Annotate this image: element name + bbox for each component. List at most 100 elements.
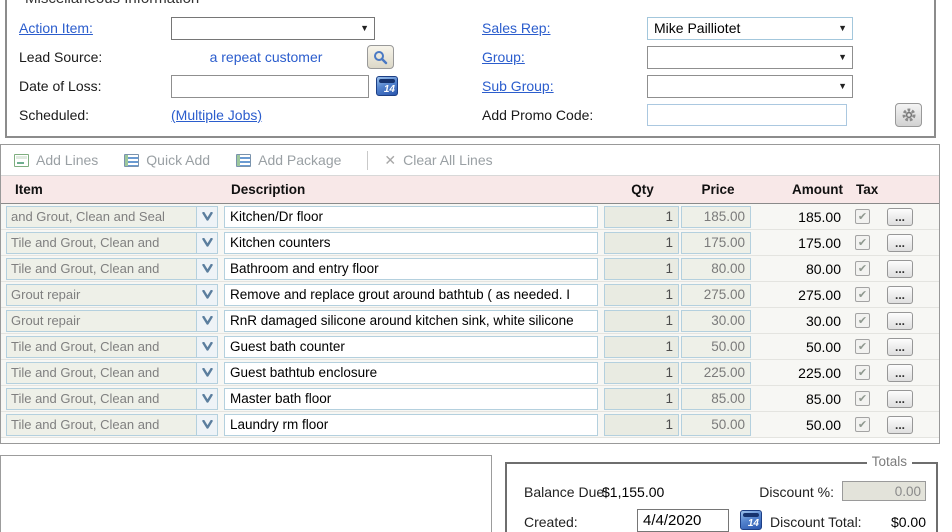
line-options-button[interactable]: ... xyxy=(887,416,913,434)
qty-input[interactable] xyxy=(604,206,679,228)
price-input[interactable] xyxy=(681,258,751,280)
amount-value: 80.00 xyxy=(751,261,841,277)
scheduled-multiple-jobs-link[interactable]: (Multiple Jobs) xyxy=(171,107,262,123)
chevron-down-icon xyxy=(202,316,213,325)
action-item-select[interactable]: ▼ xyxy=(171,17,375,40)
qty-input[interactable] xyxy=(604,310,679,332)
qty-input[interactable] xyxy=(604,388,679,410)
created-calendar-icon[interactable]: 14 xyxy=(740,510,762,530)
item-select[interactable]: Tile and Grout, Clean and xyxy=(6,362,197,384)
qty-input[interactable] xyxy=(604,362,679,384)
tax-checkbox[interactable]: ✔ xyxy=(855,287,870,302)
price-input[interactable] xyxy=(681,232,751,254)
clear-all-lines-button[interactable]: ✕ Clear All Lines xyxy=(384,152,492,168)
tax-checkbox[interactable]: ✔ xyxy=(855,313,870,328)
item-select[interactable]: Tile and Grout, Clean and xyxy=(6,258,197,280)
tax-checkbox[interactable]: ✔ xyxy=(855,209,870,224)
item-select[interactable]: Tile and Grout, Clean and xyxy=(6,414,197,436)
qty-input[interactable] xyxy=(604,258,679,280)
tax-checkbox[interactable]: ✔ xyxy=(855,261,870,276)
sales-rep-select[interactable]: Mike Pailliotet ▼ xyxy=(647,17,853,40)
item-select-chevron-button[interactable] xyxy=(197,388,218,410)
quick-add-button[interactable]: Quick Add xyxy=(124,152,210,168)
add-package-icon xyxy=(236,154,251,167)
chevron-down-icon: ▼ xyxy=(838,81,847,91)
description-input[interactable] xyxy=(224,206,598,228)
item-select[interactable]: Tile and Grout, Clean and xyxy=(6,388,197,410)
sales-rep-label[interactable]: Sales Rep: xyxy=(482,20,647,36)
description-input[interactable] xyxy=(224,284,598,306)
qty-input[interactable] xyxy=(604,414,679,436)
created-date-input[interactable] xyxy=(637,509,729,532)
amount-value: 175.00 xyxy=(751,235,841,251)
sub-group-label[interactable]: Sub Group: xyxy=(482,78,647,94)
table-row: Tile and Grout, Clean and 85.00 ✔ ... xyxy=(1,386,939,412)
item-select[interactable]: Tile and Grout, Clean and xyxy=(6,232,197,254)
line-options-button[interactable]: ... xyxy=(887,286,913,304)
description-input[interactable] xyxy=(224,388,598,410)
chevron-down-icon: ▼ xyxy=(360,23,369,33)
promo-code-input[interactable] xyxy=(647,104,847,126)
lead-source-link[interactable]: a repeat customer xyxy=(210,49,323,65)
header-item: Item xyxy=(6,182,224,197)
item-select[interactable]: Grout repair xyxy=(6,284,197,306)
tax-checkbox[interactable]: ✔ xyxy=(855,365,870,380)
description-input[interactable] xyxy=(224,232,598,254)
tax-checkbox[interactable]: ✔ xyxy=(855,391,870,406)
description-input[interactable] xyxy=(224,258,598,280)
item-select-chevron-button[interactable] xyxy=(197,362,218,384)
clear-icon: ✕ xyxy=(384,153,396,167)
add-package-button[interactable]: Add Package xyxy=(236,152,341,168)
description-input[interactable] xyxy=(224,414,598,436)
description-input[interactable] xyxy=(224,362,598,384)
line-options-button[interactable]: ... xyxy=(887,208,913,226)
item-select[interactable]: Grout repair xyxy=(6,310,197,332)
add-lines-button[interactable]: Add Lines xyxy=(14,152,98,168)
description-input[interactable] xyxy=(224,336,598,358)
amount-value: 50.00 xyxy=(751,339,841,355)
line-options-button[interactable]: ... xyxy=(887,312,913,330)
tax-checkbox[interactable]: ✔ xyxy=(855,417,870,432)
price-input[interactable] xyxy=(681,362,751,384)
item-select-chevron-button[interactable] xyxy=(197,336,218,358)
sub-group-select[interactable]: ▼ xyxy=(647,75,853,98)
date-of-loss-input[interactable] xyxy=(171,75,369,98)
line-options-button[interactable]: ... xyxy=(887,338,913,356)
line-options-button[interactable]: ... xyxy=(887,260,913,278)
action-item-label[interactable]: Action Item: xyxy=(19,20,171,36)
line-options-button[interactable]: ... xyxy=(887,390,913,408)
qty-input[interactable] xyxy=(604,232,679,254)
table-row: and Grout, Clean and Seal 185.00 ✔ ... xyxy=(1,204,939,230)
discount-pct-label: Discount %: xyxy=(744,484,834,500)
qty-input[interactable] xyxy=(604,336,679,358)
tax-checkbox[interactable]: ✔ xyxy=(855,235,870,250)
group-select[interactable]: ▼ xyxy=(647,46,853,69)
qty-input[interactable] xyxy=(604,284,679,306)
item-select[interactable]: Tile and Grout, Clean and xyxy=(6,336,197,358)
balance-due-label: Balance Due: xyxy=(524,484,608,500)
description-input[interactable] xyxy=(224,310,598,332)
item-select-chevron-button[interactable] xyxy=(197,258,218,280)
price-input[interactable] xyxy=(681,310,751,332)
item-select-chevron-button[interactable] xyxy=(197,414,218,436)
price-input[interactable] xyxy=(681,336,751,358)
date-of-loss-calendar-icon[interactable]: 14 xyxy=(376,76,398,96)
price-input[interactable] xyxy=(681,388,751,410)
misc-info-legend: Miscellaneous Information xyxy=(21,0,203,7)
amount-value: 85.00 xyxy=(751,391,841,407)
price-input[interactable] xyxy=(681,206,751,228)
price-input[interactable] xyxy=(681,414,751,436)
group-label[interactable]: Group: xyxy=(482,49,647,65)
item-select-chevron-button[interactable] xyxy=(197,206,218,228)
discount-pct-input[interactable] xyxy=(842,481,926,501)
item-select-chevron-button[interactable] xyxy=(197,310,218,332)
lead-source-search-button[interactable] xyxy=(367,45,394,69)
line-options-button[interactable]: ... xyxy=(887,364,913,382)
price-input[interactable] xyxy=(681,284,751,306)
item-select[interactable]: and Grout, Clean and Seal xyxy=(6,206,197,228)
item-select-chevron-button[interactable] xyxy=(197,232,218,254)
promo-apply-button[interactable] xyxy=(895,103,922,127)
item-select-chevron-button[interactable] xyxy=(197,284,218,306)
tax-checkbox[interactable]: ✔ xyxy=(855,339,870,354)
line-options-button[interactable]: ... xyxy=(887,234,913,252)
